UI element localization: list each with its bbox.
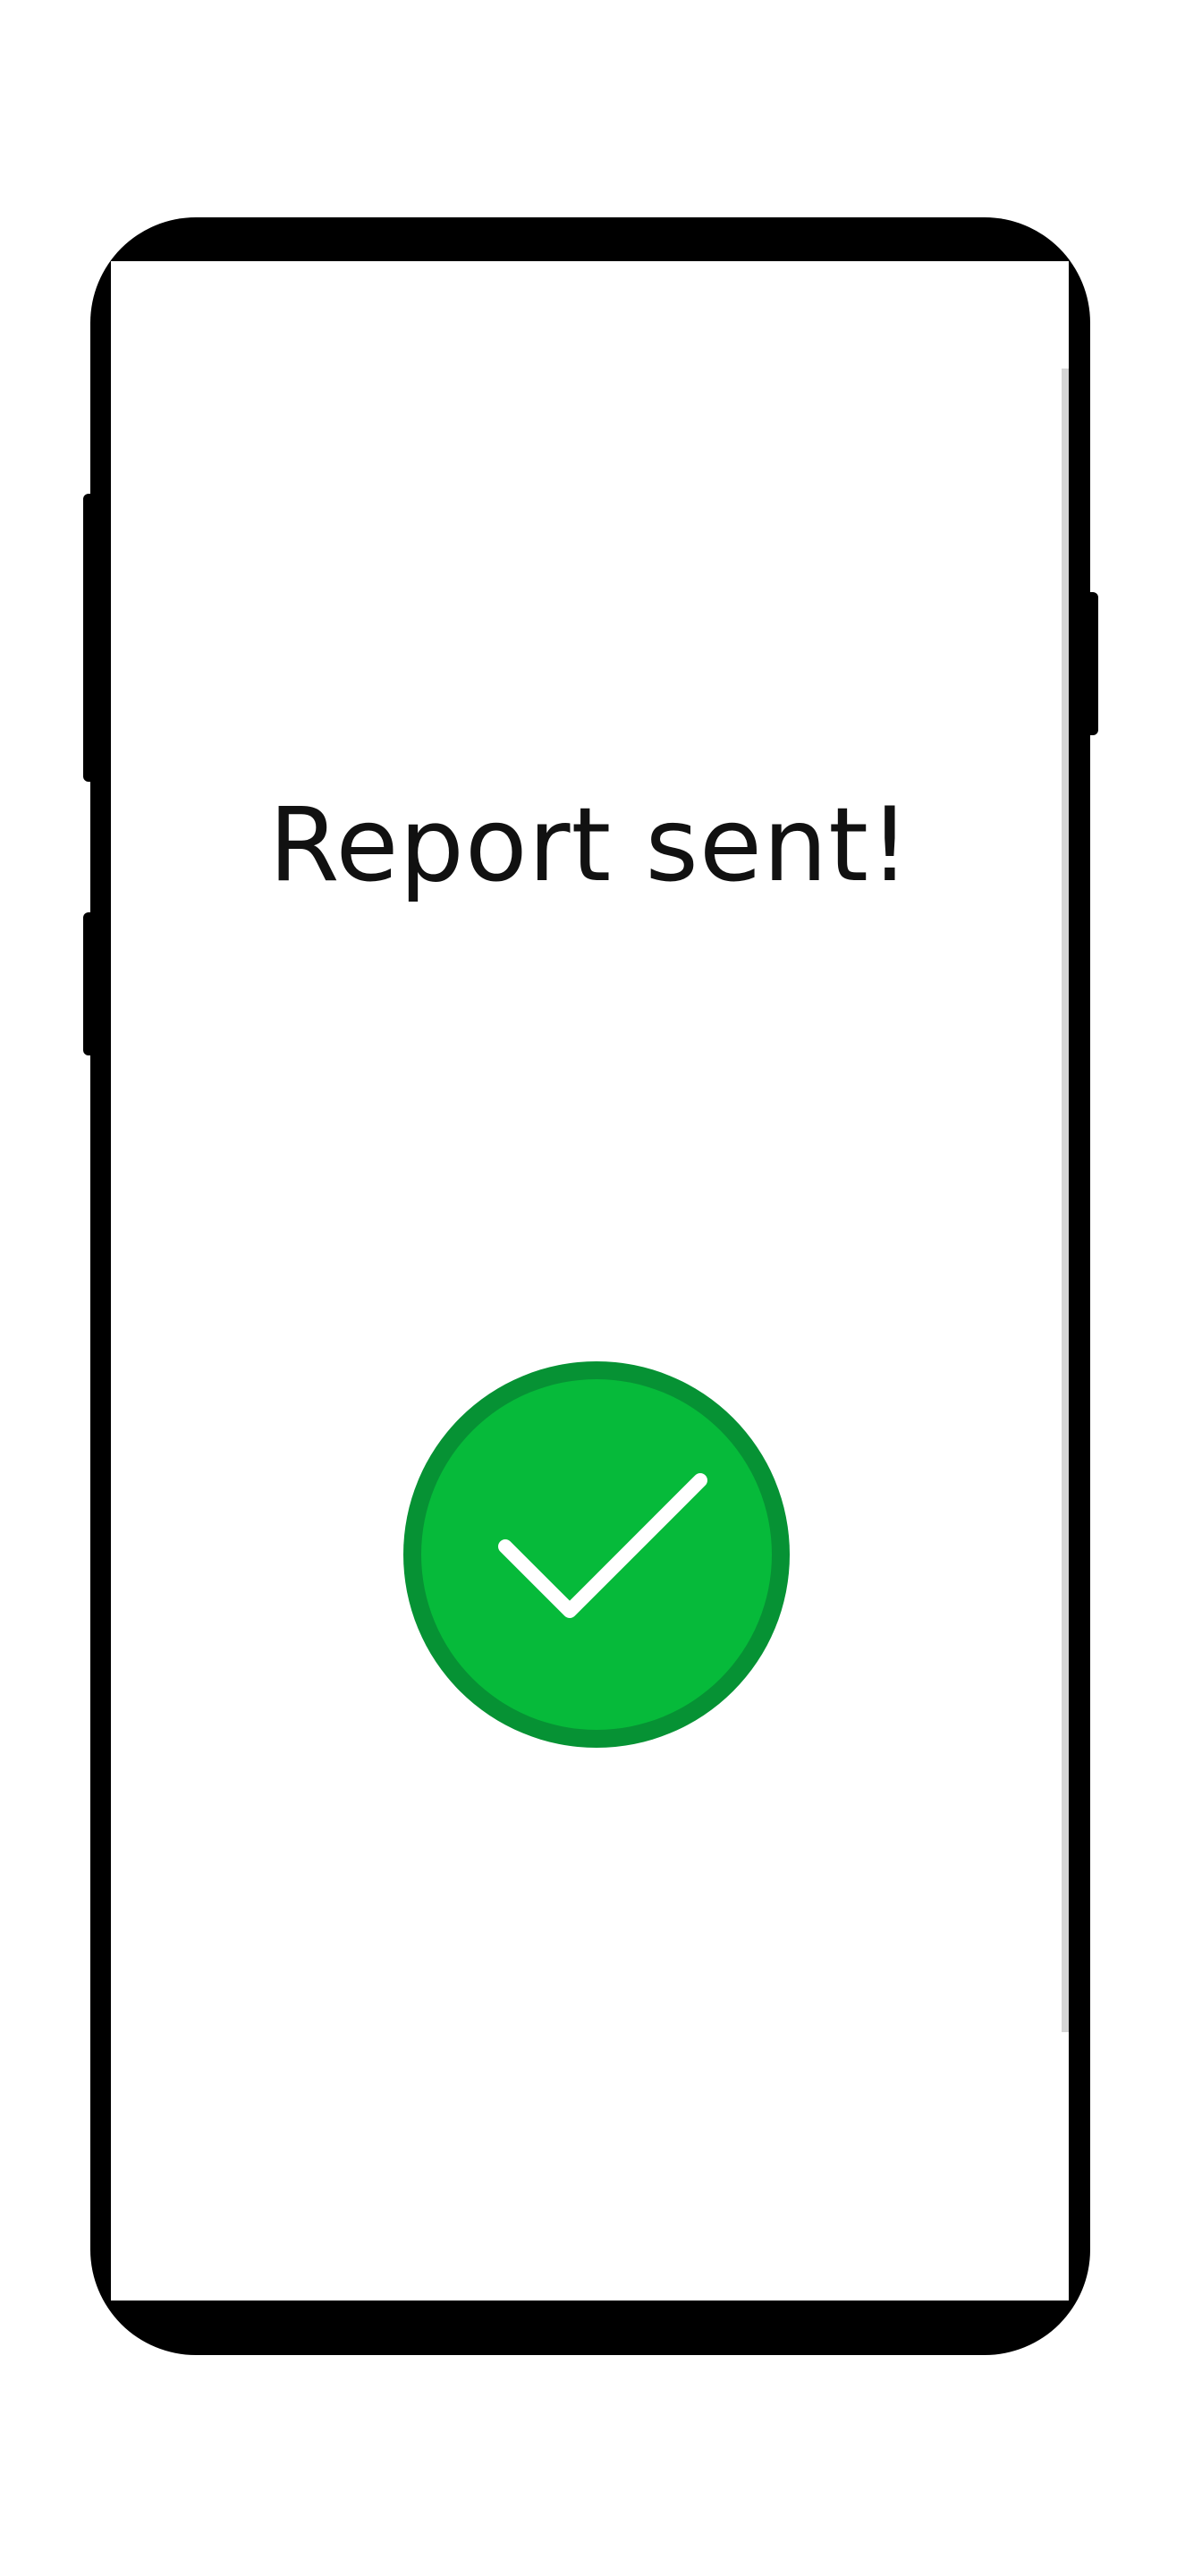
check-circle-fill xyxy=(421,1379,772,1730)
confirmation-title: Report sent! xyxy=(268,785,911,904)
app-screen: Report sent! xyxy=(111,261,1069,2301)
scrollbar xyxy=(1062,369,1069,2032)
check-circle-icon xyxy=(400,1358,793,1751)
